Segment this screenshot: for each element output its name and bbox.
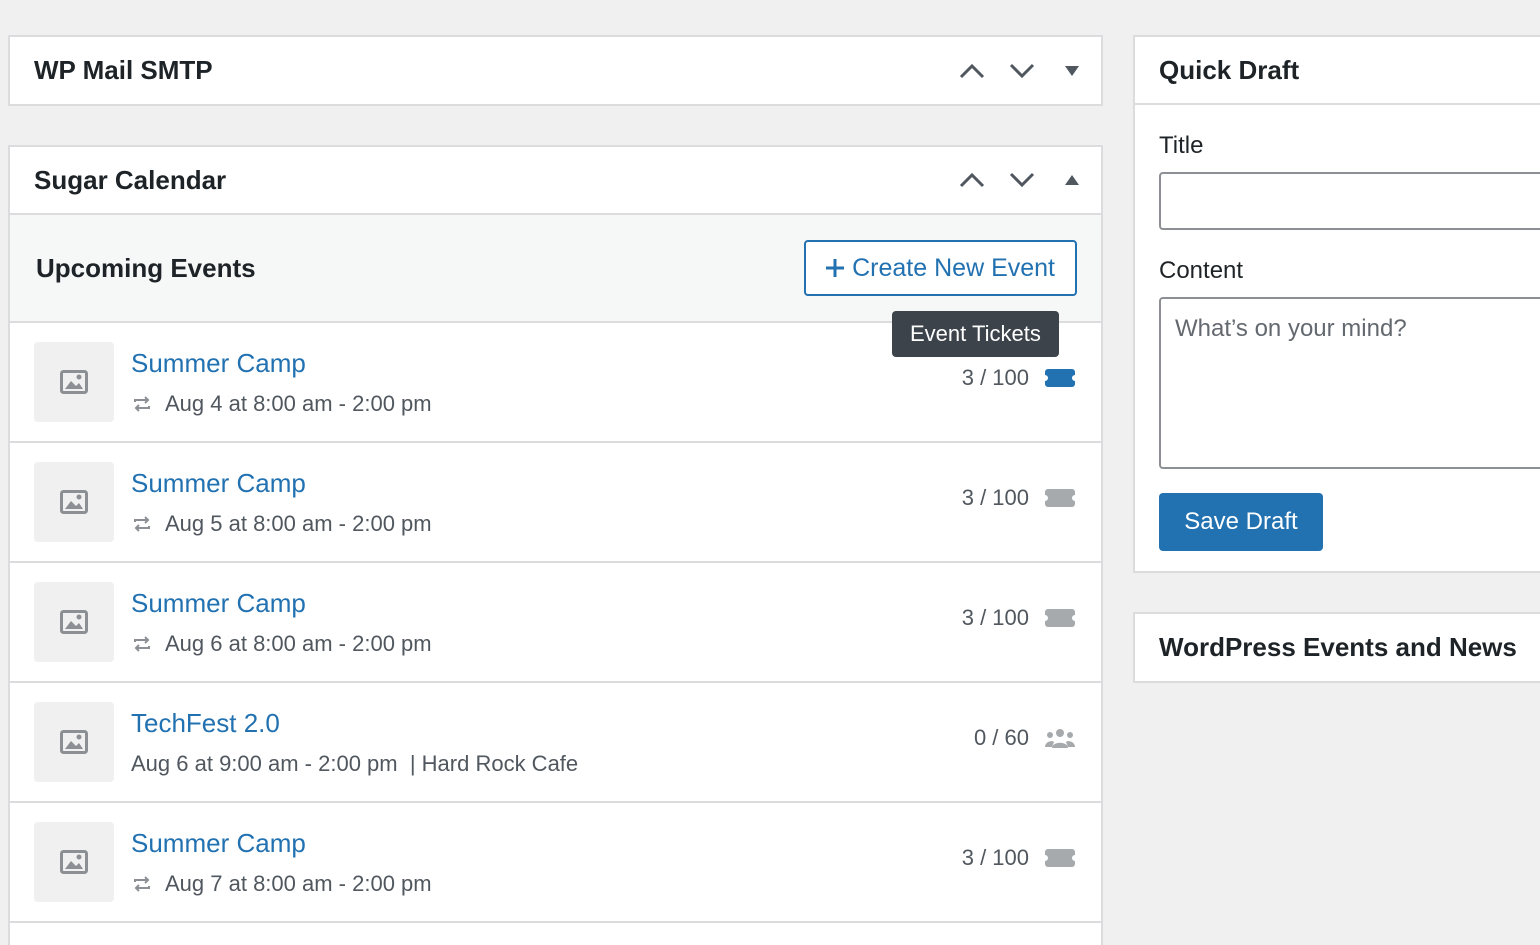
event-row: Summer Camp Aug 6 at 8:00 am - 2:00 pm 3…	[10, 563, 1101, 683]
event-title-link[interactable]: Summer Camp	[131, 468, 962, 499]
event-thumbnail	[34, 342, 114, 422]
upcoming-events-header: Upcoming Events Create New Event	[10, 215, 1101, 323]
ticket-icon[interactable]	[1045, 849, 1075, 867]
widget-title: Sugar Calendar	[34, 164, 227, 195]
attendee-count: 0 / 60	[973, 725, 1029, 750]
ticket-count: 3 / 100	[961, 845, 1029, 870]
ticket-icon[interactable]	[1045, 369, 1075, 387]
content-textarea[interactable]: What’s on your mind?	[1159, 297, 1540, 469]
toggle-panel-icon[interactable]	[1057, 56, 1087, 86]
content-placeholder: What’s on your mind?	[1175, 315, 1407, 342]
event-thumbnail	[34, 582, 114, 662]
create-new-event-label: Create New Event	[852, 253, 1055, 282]
move-up-icon[interactable]	[957, 56, 987, 86]
event-thumbnail	[34, 702, 114, 782]
image-placeholder-icon	[60, 370, 88, 394]
ticket-count: 3 / 100	[961, 605, 1029, 630]
recurring-icon	[134, 515, 150, 532]
event-title-link[interactable]: Summer Camp	[131, 828, 962, 859]
event-title-link[interactable]: Summer Camp	[131, 348, 962, 379]
widget-header: Quick Draft	[1135, 37, 1540, 105]
event-thumbnail	[34, 822, 114, 902]
event-thumbnail	[34, 462, 114, 542]
toggle-panel-icon[interactable]	[1057, 165, 1087, 195]
event-date: Aug 7 at 8:00 am - 2:00 pm	[165, 870, 432, 896]
ticket-count: 3 / 100	[961, 365, 1029, 390]
widget-header: WP Mail SMTP	[10, 37, 1101, 104]
quick-draft-widget: Quick Draft Title Content What’s on your…	[1133, 35, 1540, 573]
event-row: Summer Camp Aug 7 at 8:00 am - 2:00 pm 3…	[10, 803, 1101, 923]
move-down-icon[interactable]	[1007, 56, 1037, 86]
widget-header: Sugar Calendar	[10, 147, 1101, 215]
content-label: Content	[1159, 257, 1244, 284]
sugar-calendar-widget: Sugar Calendar Upcoming Events Create Ne…	[8, 145, 1103, 945]
event-date: Aug 5 at 8:00 am - 2:00 pm	[165, 510, 432, 536]
wp-mail-smtp-widget: WP Mail SMTP	[8, 35, 1103, 106]
event-date: Aug 6 at 8:00 am - 2:00 pm	[165, 630, 432, 656]
recurring-icon	[134, 635, 150, 652]
save-draft-button[interactable]: Save Draft	[1159, 493, 1323, 551]
group-icon[interactable]	[1045, 727, 1075, 749]
title-label: Title	[1159, 132, 1204, 159]
plus-icon	[826, 259, 845, 277]
event-row: Summer Camp Aug 5 at 8:00 am - 2:00 pm 3…	[10, 443, 1101, 563]
event-date: Aug 4 at 8:00 am - 2:00 pm	[165, 390, 432, 416]
wp-events-news-widget: WordPress Events and News	[1133, 612, 1540, 683]
image-placeholder-icon	[60, 730, 88, 754]
recurring-icon	[134, 395, 150, 412]
ticket-icon[interactable]	[1045, 609, 1075, 627]
recurring-icon	[134, 875, 150, 892]
create-new-event-button[interactable]: Create New Event	[804, 240, 1077, 296]
image-placeholder-icon	[60, 610, 88, 634]
move-down-icon[interactable]	[1007, 165, 1037, 195]
event-title-link[interactable]: Summer Camp	[131, 588, 962, 619]
event-tickets-tooltip: Event Tickets	[892, 311, 1059, 357]
widget-header: WordPress Events and News	[1135, 614, 1540, 681]
image-placeholder-icon	[60, 490, 88, 514]
ticket-count: 3 / 100	[961, 485, 1029, 510]
event-row: TechFest 2.0 Aug 6 at 9:00 am - 2:00 pm …	[10, 683, 1101, 803]
widget-title: Quick Draft	[1159, 54, 1300, 85]
widget-title: WordPress Events and News	[1159, 632, 1517, 662]
event-date: Aug 6 at 9:00 am - 2:00 pm | Hard Rock C…	[131, 750, 579, 776]
image-placeholder-icon	[60, 850, 88, 874]
ticket-icon[interactable]	[1045, 489, 1075, 507]
title-input[interactable]	[1159, 172, 1540, 230]
upcoming-events-title: Upcoming Events	[36, 252, 256, 283]
move-up-icon[interactable]	[957, 165, 987, 195]
event-title-link[interactable]: TechFest 2.0	[131, 708, 974, 739]
widget-title: WP Mail SMTP	[34, 55, 213, 85]
